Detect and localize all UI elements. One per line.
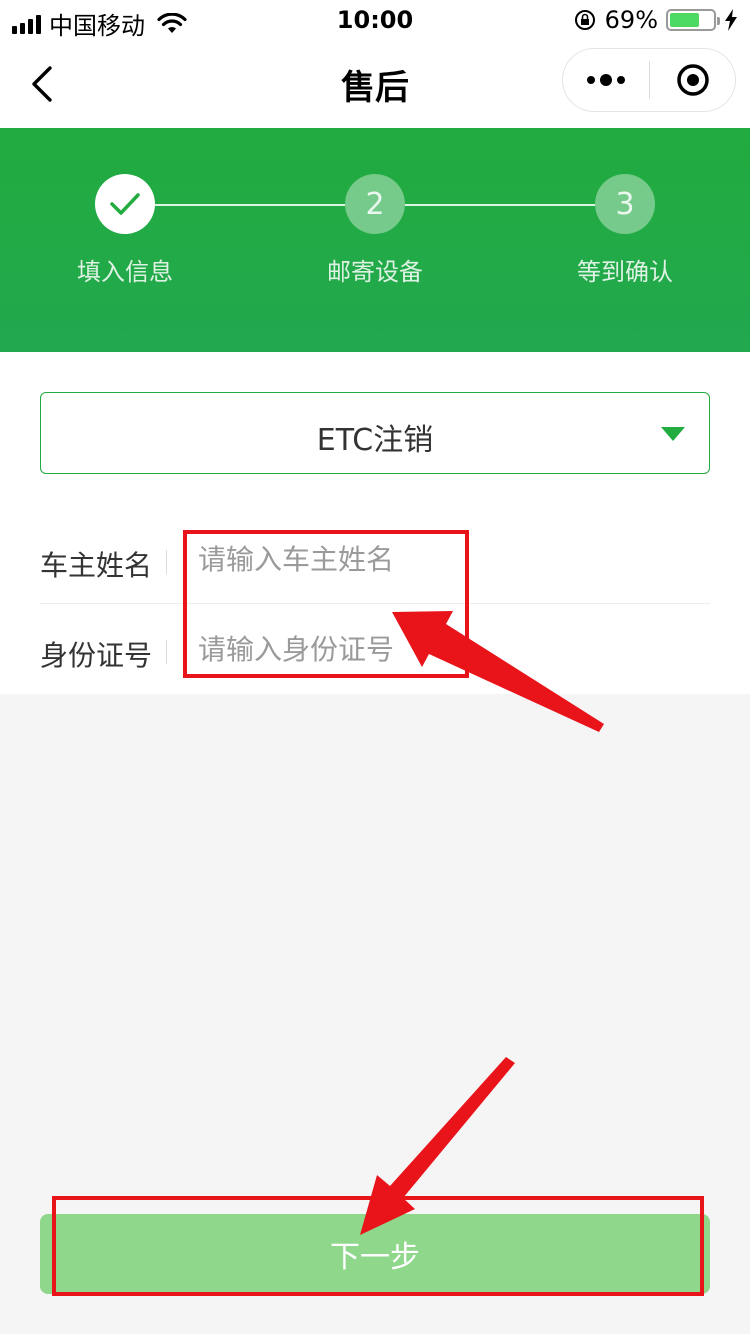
status-right: 69%	[573, 6, 738, 34]
status-bar: 中国移动 10:00 69%	[0, 0, 750, 40]
nav-bar: 售后	[0, 40, 750, 128]
id-number-row: 身份证号	[40, 604, 710, 694]
step-connector	[405, 204, 595, 206]
charging-bolt-icon	[725, 9, 737, 31]
step-2-circle: 2	[345, 174, 405, 234]
target-icon	[676, 64, 709, 96]
form-area: ETC注销 车主姓名 身份证号	[0, 352, 750, 694]
rotation-lock-icon	[574, 10, 595, 30]
step-3-circle: 3	[595, 174, 655, 234]
close-miniprogram-button[interactable]	[650, 49, 735, 111]
service-type-dropdown[interactable]: ETC注销	[40, 392, 710, 474]
checkmark-icon	[110, 193, 140, 215]
owner-name-label: 车主姓名	[40, 549, 153, 582]
progress-steps: 2 3 填入信息 邮寄设备 等到确认	[0, 128, 750, 352]
battery-icon	[666, 9, 720, 31]
owner-name-row: 车主姓名	[40, 514, 710, 604]
owner-name-input[interactable]	[198, 538, 678, 580]
more-dots-icon	[587, 74, 625, 86]
step-1-circle	[95, 174, 155, 234]
battery-level	[670, 13, 699, 27]
field-divider	[166, 640, 167, 664]
next-step-button[interactable]: 下一步	[40, 1214, 710, 1294]
field-divider	[166, 550, 167, 574]
step-3-label: 等到确认	[577, 258, 673, 286]
step-connector	[155, 204, 345, 206]
service-type-value: ETC注销	[316, 423, 434, 458]
mini-program-capsule	[562, 48, 736, 112]
id-number-input[interactable]	[198, 628, 678, 670]
id-number-label: 身份证号	[40, 639, 153, 672]
annotation-arrow-button	[360, 1057, 515, 1235]
dropdown-arrow-icon	[661, 427, 685, 441]
step-1-label: 填入信息	[77, 258, 173, 286]
more-button[interactable]	[563, 49, 649, 111]
battery-percent: 69%	[604, 6, 658, 34]
step-2-label: 邮寄设备	[327, 258, 423, 286]
